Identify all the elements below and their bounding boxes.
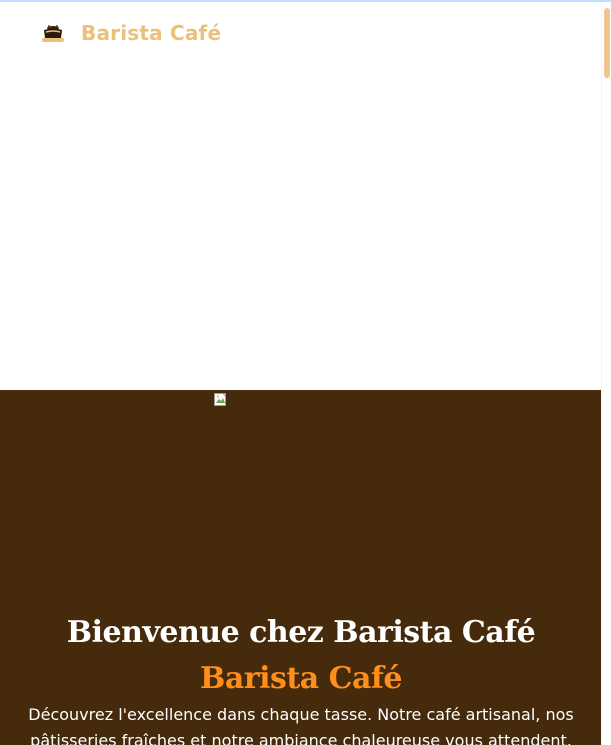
scrollbar-thumb[interactable] bbox=[604, 8, 610, 78]
site-header: Barista Café bbox=[0, 2, 602, 390]
hero-subtitle: Barista Café bbox=[200, 660, 402, 696]
hero-title: Bienvenue chez Barista Café bbox=[66, 615, 536, 651]
scrollbar[interactable] bbox=[601, 2, 611, 745]
brand-name: Barista Café bbox=[81, 21, 222, 45]
coffee-cup-icon bbox=[40, 20, 66, 46]
broken-image-icon bbox=[214, 393, 228, 407]
brand-link[interactable]: Barista Café bbox=[40, 20, 221, 46]
hero-section: Bienvenue chez Barista Café Barista Café… bbox=[0, 390, 602, 745]
hero-description: Découvrez l'excellence dans chaque tasse… bbox=[28, 705, 574, 745]
page: Barista Café Bienvenue chez Barista Café… bbox=[0, 0, 611, 745]
